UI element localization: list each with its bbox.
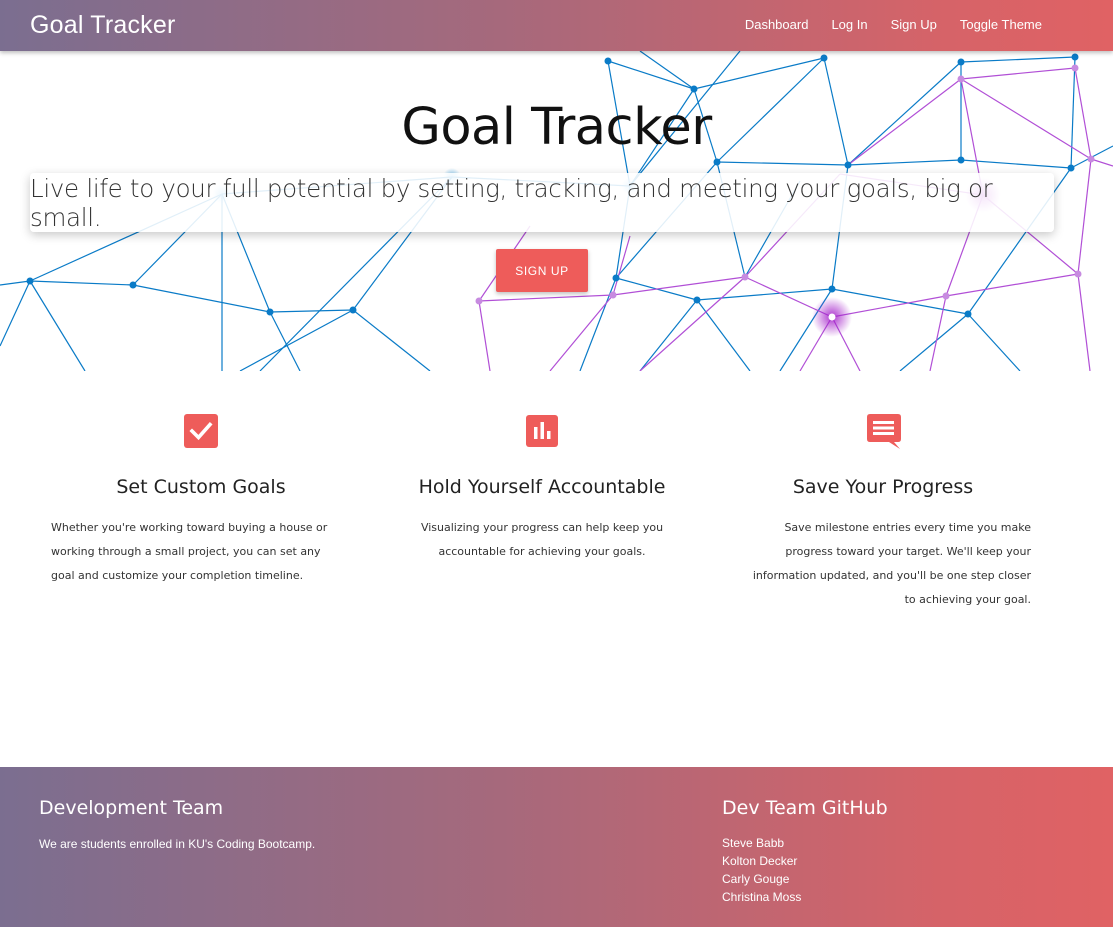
feature-accountable: Hold Yourself Accountable Visualizing yo… [382, 413, 702, 564]
member-list: Steve Babb Kolton Decker Carly Gouge Chr… [722, 834, 888, 906]
list-item: Kolton Decker [722, 852, 888, 870]
nav-links: Dashboard Log In Sign Up Toggle Theme [745, 17, 1042, 32]
list-item: Steve Babb [722, 834, 888, 852]
message-lines-icon [867, 414, 901, 449]
feature-text: Visualizing your progress can help keep … [420, 521, 664, 558]
footer-github-title: Dev Team GitHub [722, 797, 888, 819]
nav-link-toggle-theme[interactable]: Toggle Theme [960, 17, 1042, 32]
footer-team-section: Development Team We are students enrolle… [39, 797, 315, 851]
member-link-steve-babb[interactable]: Steve Babb [722, 836, 784, 850]
hero-signup-button[interactable]: SIGN UP [496, 249, 588, 292]
list-item: Carly Gouge [722, 870, 888, 888]
feature-title: Hold Yourself Accountable [418, 476, 666, 498]
feature-title: Save Your Progress [792, 476, 974, 498]
nav-link-login[interactable]: Log In [831, 17, 867, 32]
footer-team-title: Development Team [39, 797, 224, 819]
bar-chart-icon [526, 415, 558, 447]
brand-logo[interactable]: Goal Tracker [30, 11, 176, 40]
nav-link-signup[interactable]: Sign Up [891, 17, 937, 32]
hero-title: Goal Tracker [401, 98, 712, 157]
tagline-card: Live life to your full potential by sett… [30, 173, 1054, 232]
feature-save-progress: Save Your Progress Save milestone entrie… [723, 413, 1043, 612]
feature-set-goals: Set Custom Goals Whether you're working … [41, 413, 361, 588]
member-link-carly-gouge[interactable]: Carly Gouge [722, 872, 789, 886]
checkbox-checked-icon [184, 414, 218, 448]
feature-text: Save milestone entries every time you ma… [752, 521, 1031, 606]
list-item: Christina Moss [722, 888, 888, 906]
footer: Development Team We are students enrolle… [0, 767, 1113, 927]
hero-section: Goal Tracker Live life to your full pote… [0, 51, 1113, 371]
member-link-kolton-decker[interactable]: Kolton Decker [722, 854, 797, 868]
hero-tagline: Live life to your full potential by sett… [30, 173, 993, 232]
nav-link-dashboard[interactable]: Dashboard [745, 17, 809, 32]
navbar: Goal Tracker Dashboard Log In Sign Up To… [0, 0, 1113, 51]
feature-title: Set Custom Goals [116, 476, 286, 498]
footer-github-section: Dev Team GitHub Steve Babb Kolton Decker… [722, 797, 888, 906]
feature-text: Whether you're working toward buying a h… [51, 521, 328, 582]
footer-team-text: We are students enrolled in KU's Coding … [39, 837, 316, 851]
member-link-christina-moss[interactable]: Christina Moss [722, 890, 801, 904]
